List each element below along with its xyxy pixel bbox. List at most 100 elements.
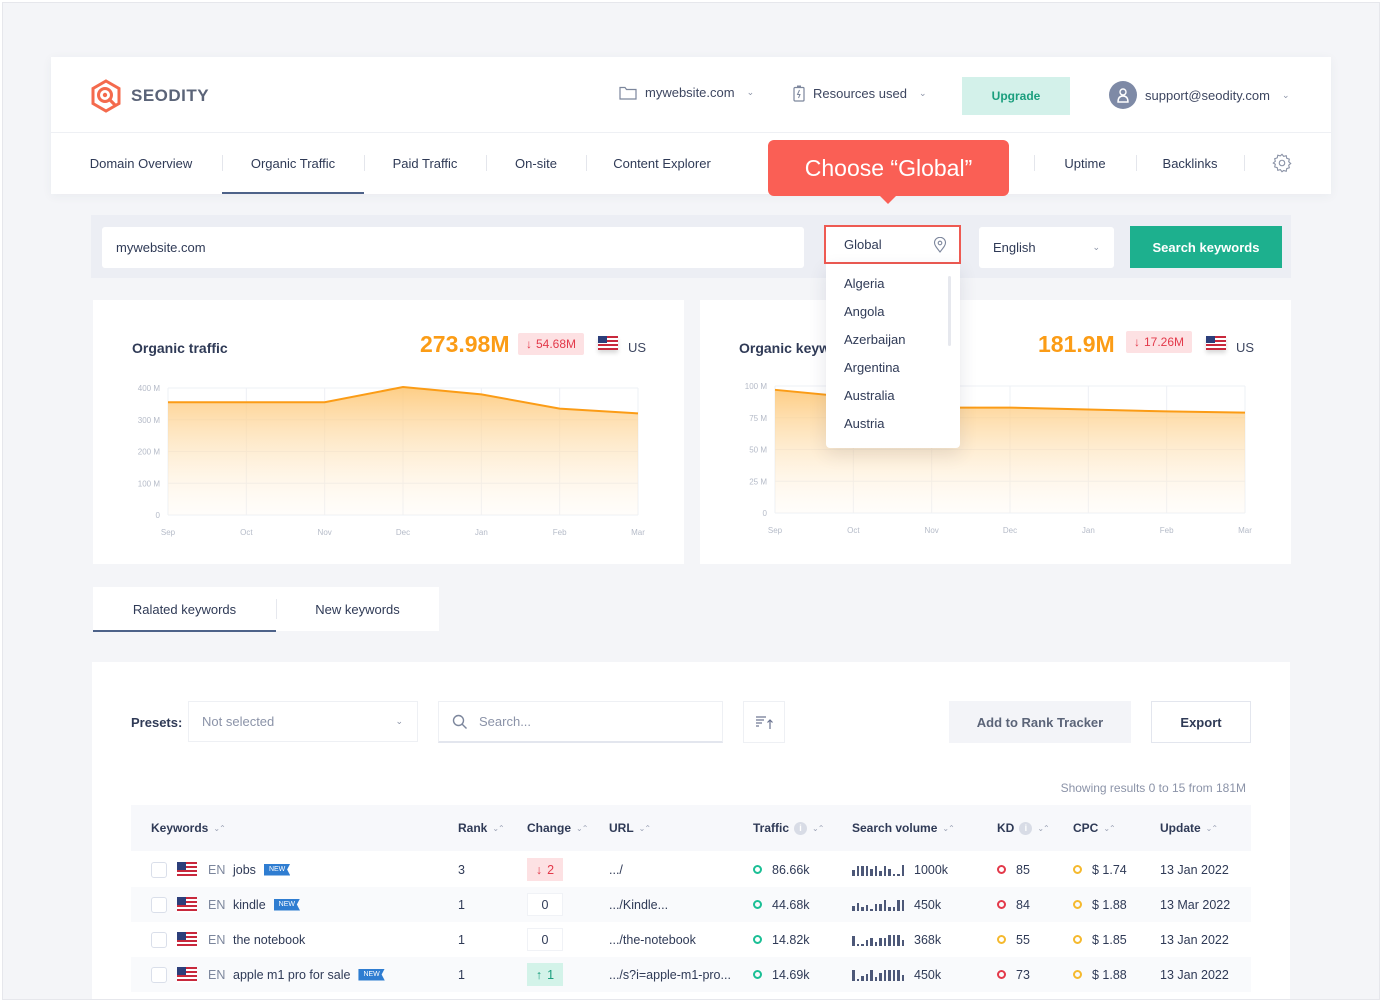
cpc-value: $ 1.74 — [1092, 862, 1127, 877]
tab-label: Ralated keywords — [132, 601, 237, 617]
logo[interactable]: SEODITY — [89, 79, 209, 113]
url-link[interactable]: .../s?i=apple-m1-pro... — [609, 957, 731, 992]
data-point[interactable] — [165, 399, 171, 405]
keyword-text[interactable]: the notebook — [233, 933, 305, 947]
data-point[interactable] — [557, 406, 563, 412]
location-select[interactable]: Global — [824, 225, 961, 264]
volume-trend-sparkline — [852, 864, 904, 876]
table-row[interactable]: EN kindle NEW 1 0 .../Kindle... 44.68k 450k 84 $ … — [131, 887, 1251, 922]
project-name: mywebsite.com — [645, 85, 735, 100]
volume-trend-bar — [874, 865, 877, 876]
change-badge: ↑ 1 — [527, 963, 563, 986]
nav-organic-traffic[interactable]: Organic Traffic — [222, 133, 364, 194]
column-label: URL — [609, 821, 634, 835]
volume-trend-bar — [901, 939, 904, 946]
resources-used-menu[interactable]: Resources used ⌄ — [793, 85, 927, 102]
project-selector[interactable]: mywebsite.com ⌄ — [619, 85, 754, 100]
data-point[interactable] — [1164, 408, 1170, 414]
table-row[interactable]: EN jobs NEW 3 ↓ 2 .../86.66k 1000k 85 $ 1.74 13 Ja… — [131, 852, 1251, 887]
location-option[interactable]: Angola — [844, 304, 884, 319]
chevron-down-icon: ⌄ — [918, 88, 927, 98]
column-header-search-volume[interactable]: Search volume ⌄⌃ — [852, 805, 955, 851]
upgrade-button[interactable]: Upgrade — [962, 77, 1070, 115]
sort-button[interactable] — [743, 701, 785, 743]
row-checkbox[interactable] — [151, 896, 167, 913]
column-header-change[interactable]: Change ⌄⌃ — [527, 805, 588, 851]
change-value: 0 — [541, 897, 549, 912]
kd-status-dot — [997, 900, 1006, 909]
table-row[interactable]: EN apple m1 pro for sale NEW 1 ↑ 1 .../s?i=app… — [131, 957, 1251, 992]
row-checkbox[interactable] — [151, 966, 167, 983]
volume-trend-bar — [897, 873, 900, 876]
data-point[interactable] — [635, 410, 641, 416]
volume-trend-bar — [870, 908, 873, 911]
user-menu[interactable]: support@seodity.com ⌄ — [1109, 81, 1290, 109]
language-select[interactable]: English ⌄ — [979, 227, 1114, 268]
column-header-keywords[interactable]: Keywords ⌄⌃ — [151, 805, 226, 851]
x-tick-label: Jan — [1082, 526, 1095, 535]
y-tick-label: 50 M — [749, 446, 767, 455]
traffic-delta-badge: ↓ 54.68M — [518, 333, 585, 355]
url-link[interactable]: .../the-notebook — [609, 922, 696, 957]
search-keywords-button[interactable]: Search keywords — [1130, 226, 1282, 268]
export-button[interactable]: Export — [1151, 701, 1251, 743]
row-checkbox[interactable] — [151, 861, 167, 878]
data-point[interactable] — [400, 384, 406, 390]
table-row[interactable]: EN the notebook 1 0 .../the-notebook 14.82k 36… — [131, 922, 1251, 957]
info-icon[interactable]: i — [794, 821, 808, 835]
data-point[interactable] — [1007, 405, 1013, 411]
column-header-cpc[interactable]: CPC ⌄⌃ — [1073, 805, 1116, 851]
x-tick-label: Jan — [475, 528, 488, 537]
data-point[interactable] — [1085, 406, 1091, 412]
us-flag-icon — [1206, 336, 1226, 350]
tab-related-keywords[interactable]: Ralated keywords — [93, 587, 276, 632]
nav-paid-traffic[interactable]: Paid Traffic — [364, 133, 486, 194]
nav-on-site[interactable]: On-site — [486, 133, 586, 194]
folder-icon — [619, 86, 637, 100]
domain-input[interactable] — [102, 227, 804, 268]
volume-trend-bar — [856, 902, 859, 911]
nav-uptime[interactable]: Uptime — [1034, 133, 1136, 194]
settings-gear-icon[interactable] — [1271, 152, 1293, 174]
column-header-update[interactable]: Update ⌄⌃ — [1160, 805, 1218, 851]
info-icon[interactable]: i — [1019, 821, 1033, 835]
add-to-rank-tracker-button[interactable]: Add to Rank Tracker — [949, 701, 1131, 743]
data-point[interactable] — [772, 387, 778, 393]
nav-content-explorer[interactable]: Content Explorer — [586, 133, 738, 194]
tab-new-keywords[interactable]: New keywords — [276, 587, 439, 631]
column-label: Update — [1160, 821, 1201, 835]
row-checkbox[interactable] — [151, 931, 167, 948]
nav-domain-overview[interactable]: Domain Overview — [71, 133, 211, 194]
volume-trend-bar — [874, 976, 877, 981]
column-header-traffic[interactable]: Traffic i ⌄⌃ — [753, 805, 824, 851]
nav-backlinks[interactable]: Backlinks — [1136, 133, 1244, 194]
location-option[interactable]: Argentina — [844, 360, 900, 375]
url-link[interactable]: .../ — [609, 852, 623, 887]
location-option[interactable]: Australia — [844, 388, 895, 403]
keyword-text[interactable]: apple m1 pro for sale — [233, 968, 350, 982]
location-option[interactable]: Azerbaijan — [844, 332, 905, 347]
keyword-text[interactable]: kindle — [233, 898, 266, 912]
data-point[interactable] — [1242, 410, 1248, 416]
kd-status-dot — [997, 935, 1006, 944]
dropdown-scrollbar[interactable] — [948, 276, 951, 346]
keyword-text[interactable]: jobs — [233, 863, 256, 877]
results-count: Showing results 0 to 15 from 181M — [1060, 781, 1246, 795]
search-icon — [452, 714, 467, 729]
keyword-search-input[interactable]: Search... — [438, 701, 723, 743]
location-option[interactable]: Austria — [844, 416, 884, 431]
instruction-callout: Choose “Global” — [768, 140, 1009, 204]
column-header-rank[interactable]: Rank ⌄⌃ — [458, 805, 505, 851]
column-header-kd[interactable]: KD i ⌄⌃ — [997, 805, 1050, 851]
keywords-delta-badge: ↓ 17.26M — [1126, 331, 1193, 353]
presets-select[interactable]: Not selected ⌄ — [188, 701, 418, 742]
kd-status-dot — [997, 970, 1006, 979]
location-option[interactable]: Algeria — [844, 276, 884, 291]
data-point[interactable] — [478, 391, 484, 397]
data-point[interactable] — [243, 399, 249, 405]
data-point[interactable] — [322, 399, 328, 405]
cpc-status-dot — [1073, 865, 1082, 874]
url-link[interactable]: .../Kindle... — [609, 887, 668, 922]
change-badge: 0 — [527, 893, 563, 916]
column-header-url[interactable]: URL ⌄⌃ — [609, 805, 651, 851]
